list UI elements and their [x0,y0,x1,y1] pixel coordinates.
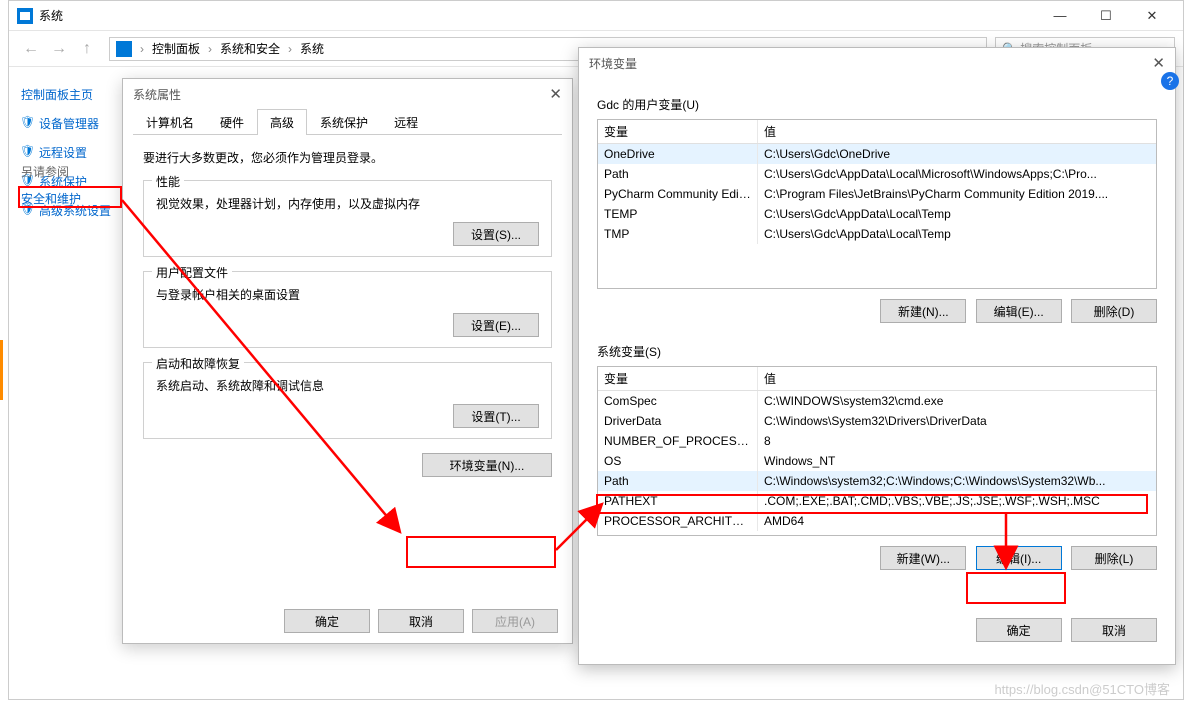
user-vars-caption: Gdc 的用户变量(U) [597,96,1157,113]
maximize-button[interactable]: ☐ [1083,1,1129,31]
tab-hardware[interactable]: 硬件 [207,109,257,135]
user-vars-list[interactable]: 变量 值 OneDriveC:\Users\Gdc\OneDrive PathC… [597,119,1157,289]
env-cancel-button[interactable]: 取消 [1071,618,1157,642]
sidebar-item-device-manager[interactable]: 设备管理器 [21,115,117,132]
new-user-var-button[interactable]: 新建(N)... [880,299,966,323]
up-icon[interactable]: ↑ [73,40,101,58]
shield-icon [21,117,35,131]
sidebar-item-remote[interactable]: 远程设置 [21,144,117,161]
list-item: OneDriveC:\Users\Gdc\OneDrive [598,144,1156,164]
tabs: 计算机名 硬件 高级 系统保护 远程 [133,109,562,135]
list-item: PathC:\Windows\system32;C:\Windows;C:\Wi… [598,471,1156,491]
env-vars-dialog: 环境变量 ✕ Gdc 的用户变量(U) 变量 值 OneDriveC:\User… [578,47,1176,665]
delete-sys-var-button[interactable]: 删除(L) [1071,546,1157,570]
control-panel-home[interactable]: 控制面板主页 [21,86,117,103]
admin-note: 要进行大多数更改，您必须作为管理员登录。 [143,149,552,166]
watermark: https://blog.csdn@51CTO博客 [994,679,1170,698]
apply-button[interactable]: 应用(A) [472,609,558,633]
list-item: OSWindows_NT [598,451,1156,471]
tab-computer-name[interactable]: 计算机名 [133,109,207,135]
sidebar: 控制面板主页 设备管理器 远程设置 系统保护 高级系统设置 另请参阅 安全和维护 [9,68,129,249]
performance-group: 性能 视觉效果，处理器计划，内存使用，以及虚拟内存 设置(S)... [143,180,552,257]
breadcrumb-item[interactable]: 系统和安全 [220,40,280,57]
list-item: DriverDataC:\Windows\System32\Drivers\Dr… [598,411,1156,431]
close-icon[interactable]: ✕ [549,85,562,103]
close-icon[interactable]: ✕ [1152,54,1165,72]
perf-settings-button[interactable]: 设置(S)... [453,222,539,246]
delete-user-var-button[interactable]: 删除(D) [1071,299,1157,323]
close-button[interactable]: ✕ [1129,1,1175,31]
new-sys-var-button[interactable]: 新建(W)... [880,546,966,570]
list-item: PROCESSOR_ARCHITECT...AMD64 [598,511,1156,531]
orange-accent [0,340,3,400]
dialog-title: 环境变量 ✕ [579,48,1175,78]
cancel-button[interactable]: 取消 [378,609,464,633]
list-item: PyCharm Community Editi...C:\Program Fil… [598,184,1156,204]
minimize-button[interactable]: — [1037,1,1083,31]
forward-icon[interactable]: → [45,40,73,58]
tab-remote[interactable]: 远程 [381,109,431,135]
list-item: PathC:\Users\Gdc\AppData\Local\Microsoft… [598,164,1156,184]
edit-sys-var-button[interactable]: 编辑(I)... [976,546,1062,570]
breadcrumb-item[interactable]: 控制面板 [152,40,200,57]
sys-vars-list[interactable]: 变量 值 ComSpecC:\WINDOWS\system32\cmd.exe … [597,366,1157,536]
see-also-label: 另请参阅 [21,163,81,180]
sidebar-item-security[interactable]: 安全和维护 [21,190,81,207]
dialog-title: 系统属性 ✕ [123,79,572,109]
pc-icon [116,41,132,57]
titlebar: 系统 — ☐ ✕ [9,1,1183,31]
back-icon[interactable]: ← [17,40,45,58]
edit-user-var-button[interactable]: 编辑(E)... [976,299,1062,323]
env-ok-button[interactable]: 确定 [976,618,1062,642]
breadcrumb-item[interactable]: 系统 [300,40,324,57]
profiles-settings-button[interactable]: 设置(E)... [453,313,539,337]
list-item: TEMPC:\Users\Gdc\AppData\Local\Temp [598,204,1156,224]
sys-vars-caption: 系统变量(S) [597,343,1157,360]
list-item: TMPC:\Users\Gdc\AppData\Local\Temp [598,224,1156,244]
shield-icon [21,146,35,160]
list-item: ComSpecC:\WINDOWS\system32\cmd.exe [598,391,1156,411]
system-properties-dialog: 系统属性 ✕ 计算机名 硬件 高级 系统保护 远程 要进行大多数更改，您必须作为… [122,78,573,644]
help-icon[interactable]: ? [1161,72,1179,90]
startup-settings-button[interactable]: 设置(T)... [453,404,539,428]
ok-button[interactable]: 确定 [284,609,370,633]
tab-advanced[interactable]: 高级 [257,109,307,135]
window-title: 系统 [39,7,63,24]
list-item: NUMBER_OF_PROCESSORS8 [598,431,1156,451]
profiles-group: 用户配置文件 与登录帐户相关的桌面设置 设置(E)... [143,271,552,348]
list-item: PATHEXT.COM;.EXE;.BAT;.CMD;.VBS;.VBE;.JS… [598,491,1156,511]
tab-protection[interactable]: 系统保护 [307,109,381,135]
env-vars-button[interactable]: 环境变量(N)... [422,453,552,477]
startup-group: 启动和故障恢复 系统启动、系统故障和调试信息 设置(T)... [143,362,552,439]
system-icon [17,8,33,24]
